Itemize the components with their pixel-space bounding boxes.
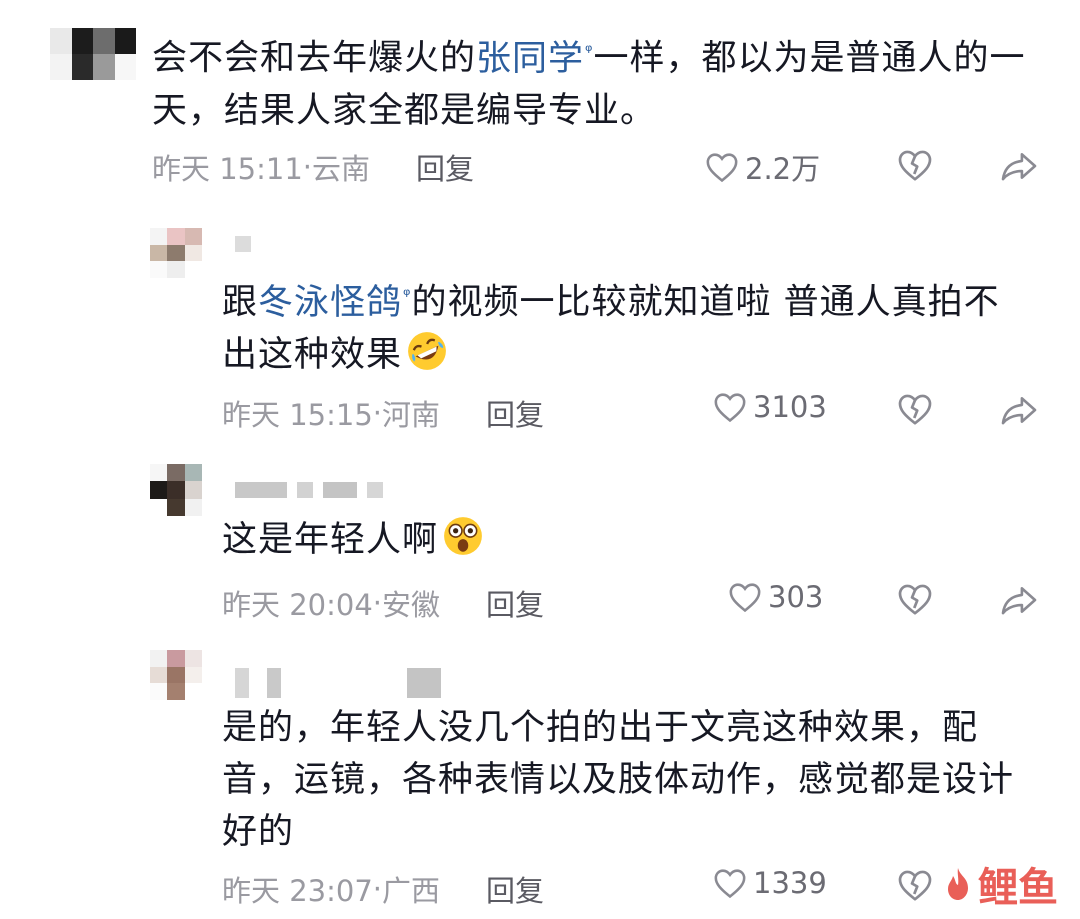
username[interactable] <box>235 482 383 498</box>
broken-heart-icon <box>898 584 932 615</box>
heart-icon <box>729 583 761 613</box>
like-count: 1339 <box>753 866 827 900</box>
broken-heart-icon <box>898 394 932 425</box>
dislike-button[interactable] <box>897 582 933 620</box>
avatar[interactable] <box>150 464 202 516</box>
share-button[interactable] <box>1000 394 1038 430</box>
like-button[interactable]: 303 <box>728 580 823 614</box>
comment-text: 跟冬泳怪鸽ᵠ的视频一比较就知道啦 普通人真拍不出这种效果 <box>222 282 1000 375</box>
dislike-button[interactable] <box>897 392 933 430</box>
like-count: 3103 <box>753 390 827 424</box>
dislike-button[interactable] <box>897 148 933 186</box>
reply-button[interactable]: 回复 <box>486 868 544 910</box>
astonished-emoji <box>444 517 482 555</box>
comment-time: 昨天 23:07 <box>222 874 373 908</box>
like-count: 303 <box>768 580 824 614</box>
comment-time: 昨天 15:15 <box>222 398 373 432</box>
like-button[interactable]: 1339 <box>713 866 827 900</box>
avatar[interactable] <box>150 228 202 278</box>
share-icon <box>1001 397 1037 425</box>
comment-location: 河南 <box>382 398 441 432</box>
comment-text: 是的，年轻人没几个拍的出于文亮这种效果，配音，运镜，各种表情以及肢体动作，感觉都… <box>222 708 1015 852</box>
username[interactable] <box>235 668 441 698</box>
comment-meta: 昨天 23:07 · 广西 回复 <box>222 868 544 910</box>
comment-location: 云南 <box>312 152 371 186</box>
search-link[interactable]: 张同学ᵠ <box>476 39 594 79</box>
comment-time: 昨天 15:11 <box>152 152 303 186</box>
heart-icon <box>706 153 738 183</box>
like-count: 2.2万 <box>745 152 821 186</box>
comment-meta: 昨天 20:04 · 安徽 回复 <box>222 582 544 624</box>
fire-logo-icon <box>948 868 968 900</box>
comment-location: 安徽 <box>382 588 441 622</box>
heart-icon <box>714 393 746 423</box>
share-icon <box>1001 153 1037 181</box>
comment-meta: 昨天 15:15 · 河南 回复 <box>222 392 544 434</box>
rofl-emoji <box>408 331 446 370</box>
share-button[interactable] <box>1000 150 1038 186</box>
share-button[interactable] <box>1000 584 1038 620</box>
broken-heart-icon <box>898 150 932 181</box>
watermark-text: 鲤鱼 <box>978 865 1058 911</box>
reply-button[interactable]: 回复 <box>416 146 474 188</box>
comment-time: 昨天 20:04 <box>222 588 373 622</box>
comment-text: 会不会和去年爆火的张同学ᵠ一样，都以为是普通人的一天，结果人家全都是编导专业。 <box>152 38 1026 131</box>
broken-heart-icon <box>898 870 932 901</box>
search-icon: ᵠ <box>403 285 412 306</box>
comment-location: 广西 <box>382 874 441 908</box>
heart-icon <box>714 869 746 899</box>
search-link[interactable]: 冬泳怪鸽ᵠ <box>258 283 412 323</box>
comment-text: 这是年轻人啊 <box>222 514 1032 566</box>
search-icon: ᵠ <box>585 41 594 62</box>
reply-button[interactable]: 回复 <box>486 392 544 434</box>
like-button[interactable]: 2.2万 <box>705 146 820 188</box>
username[interactable] <box>235 236 251 252</box>
watermark-logo: 鲤鱼 <box>938 855 1058 913</box>
avatar[interactable] <box>150 650 202 700</box>
avatar[interactable] <box>50 28 136 80</box>
dislike-button[interactable] <box>897 868 933 906</box>
like-button[interactable]: 3103 <box>713 390 827 424</box>
comment-meta: 昨天 15:11 · 云南 回复 <box>152 146 474 188</box>
reply-button[interactable]: 回复 <box>486 582 544 624</box>
share-icon <box>1001 587 1037 615</box>
